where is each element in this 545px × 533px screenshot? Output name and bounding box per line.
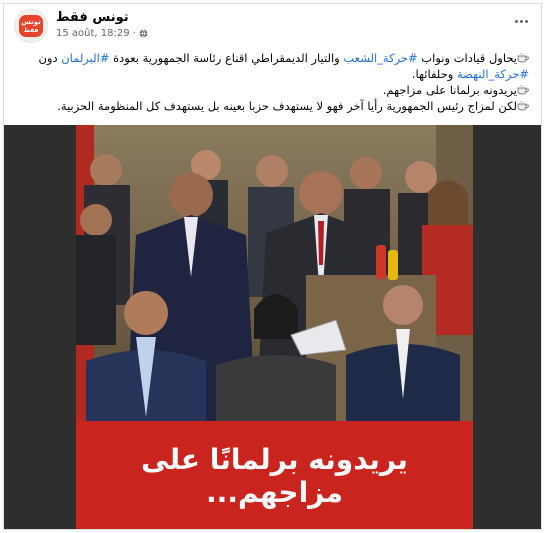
post-media-frame[interactable]: يريدونه برلمانًا على مزاجهم... — [4, 125, 541, 529]
post-text-segment: يحاول قيادات ونواب — [417, 51, 517, 65]
post-line-4: لكن لمزاج رئيس الجمهورية رأيا آخر فهو لا… — [16, 98, 529, 114]
coffee-cup-icon — [517, 53, 529, 63]
globe-icon — [139, 29, 148, 38]
hashtag-link[interactable]: #حركة_النهضة — [457, 67, 529, 81]
page-avatar[interactable]: تونس فقط — [14, 9, 48, 43]
post-text-segment: يريدونه برلمانا على مزاجهم. — [382, 83, 517, 97]
post-timestamp[interactable]: 15 août, 18:29 — [56, 28, 130, 39]
post-text-segment: وحلفائها. — [411, 67, 457, 81]
post-header: تونس فقط تونس فقط 15 août, 18:29 · — [4, 4, 541, 46]
post-meta: 15 août, 18:29 · — [56, 28, 148, 39]
post-image[interactable]: يريدونه برلمانًا على مزاجهم... — [76, 125, 473, 529]
post-line-3: يريدونه برلمانا على مزاجهم. — [16, 82, 529, 98]
more-options-icon[interactable] — [511, 14, 531, 28]
hashtag-link[interactable]: #البرلمان — [61, 51, 109, 65]
post-line-1: يحاول قيادات ونواب #حركة_الشعب والتيار ا… — [16, 50, 529, 82]
avatar-logo-text-bottom: فقط — [23, 27, 39, 34]
coffee-cup-icon — [517, 101, 529, 111]
page-name-link[interactable]: تونس فقط — [56, 10, 129, 25]
post-text-segment: والتيار الديمقراطي اقناع رئاسة الجمهورية… — [109, 51, 344, 65]
meta-separator: · — [132, 28, 136, 39]
coffee-cup-icon — [517, 85, 529, 95]
post-text-segment: دون — [38, 51, 62, 65]
facebook-post-card: تونس فقط تونس فقط 15 août, 18:29 · يحاول… — [3, 3, 542, 530]
image-caption: يريدونه برلمانًا على مزاجهم... — [141, 443, 408, 509]
post-text-segment: لكن لمزاج رئيس الجمهورية رأيا آخر فهو لا… — [57, 99, 517, 113]
avatar-logo-text-top: تونس — [21, 18, 41, 26]
post-text: يحاول قيادات ونواب #حركة_الشعب والتيار ا… — [16, 50, 529, 114]
hashtag-link[interactable]: #حركة_الشعب — [343, 51, 417, 65]
